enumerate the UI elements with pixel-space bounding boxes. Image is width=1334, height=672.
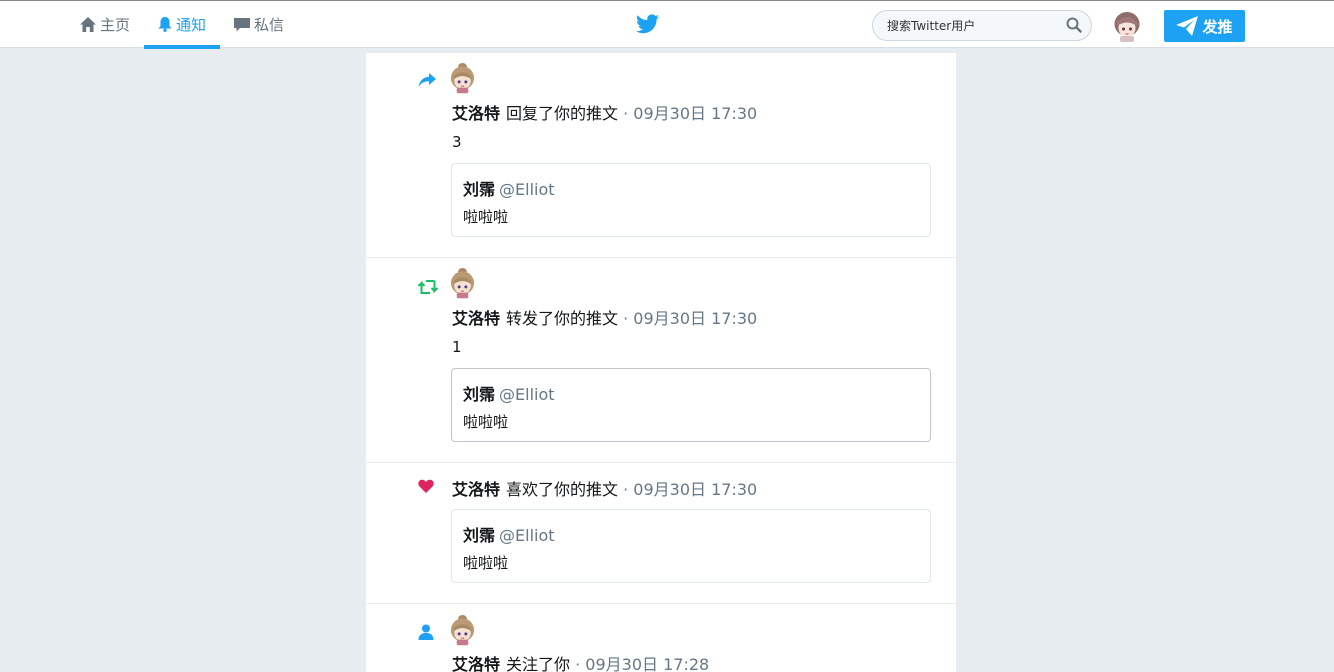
nav-home[interactable]: 主页	[66, 1, 144, 48]
user-name[interactable]: 艾洛特	[452, 104, 500, 123]
quoted-user-handle: @Elliot	[499, 526, 555, 545]
search-input[interactable]	[873, 11, 1053, 40]
person-icon	[418, 624, 434, 640]
user-name[interactable]: 艾洛特	[452, 655, 500, 672]
timestamp[interactable]: · 09月30日 17:30	[623, 480, 757, 499]
nav-notifications[interactable]: 通知	[144, 1, 221, 49]
nav-notifications-label: 通知	[176, 16, 207, 34]
compose-tweet-label: 发推	[1202, 17, 1233, 36]
user-name[interactable]: 艾洛特	[452, 309, 500, 328]
notification-action: 喜欢了你的推文	[506, 480, 619, 499]
notification-action: 关注了你	[506, 655, 571, 672]
reply-text: 3	[452, 133, 462, 151]
quoted-user-handle: @Elliot	[499, 385, 555, 404]
quoted-tweet[interactable]: 刘霈 @Elliot 啦啦啦	[451, 163, 931, 237]
notification-item[interactable]: 艾洛特 回复了你的推文 · 09月30日 17:30 3 刘霈 @Elliot 啦啦…	[366, 53, 956, 258]
top-navigation-bar: 主页 通知 私信 发推	[0, 0, 1334, 49]
timestamp[interactable]: · 09月30日 17:30	[623, 104, 757, 123]
notifications-stream: 艾洛特 回复了你的推文 · 09月30日 17:30 3 刘霈 @Elliot 啦啦…	[366, 53, 956, 672]
timestamp[interactable]: · 09月30日 17:30	[623, 309, 757, 328]
reply-icon	[418, 73, 436, 87]
notification-action: 回复了你的推文	[506, 104, 619, 123]
search-box	[872, 10, 1092, 41]
notification-line: 艾洛特 回复了你的推文 · 09月30日 17:30	[452, 100, 757, 124]
quoted-tweet[interactable]: 刘霈 @Elliot 啦啦啦	[451, 509, 931, 583]
compose-tweet-button[interactable]: 发推	[1164, 10, 1245, 42]
user-name[interactable]: 艾洛特	[452, 480, 500, 499]
notification-item[interactable]: 艾洛特 转发了你的推文 · 09月30日 17:30 1 刘霈 @Elliot 啦啦…	[366, 258, 956, 463]
quoted-user-name: 刘霈	[463, 180, 496, 199]
notification-item[interactable]: 艾洛特 关注了你 · 09月30日 17:28	[366, 604, 956, 672]
home-icon	[80, 17, 96, 32]
quoted-user-handle: @Elliot	[499, 180, 555, 199]
timestamp[interactable]: · 09月30日 17:28	[575, 655, 709, 672]
retweet-icon	[418, 280, 438, 294]
nav-home-label: 主页	[100, 16, 131, 34]
notification-action: 转发了你的推文	[506, 309, 619, 328]
paper-plane-icon	[1176, 16, 1199, 36]
quoted-tweet-text: 啦啦啦	[463, 208, 509, 226]
notification-line: 艾洛特 关注了你 · 09月30日 17:28	[452, 651, 709, 672]
nav-messages-label: 私信	[254, 16, 285, 34]
quoted-user-name: 刘霈	[463, 526, 496, 545]
main-nav: 主页 通知 私信	[66, 1, 298, 49]
notification-line: 艾洛特 喜欢了你的推文 · 09月30日 17:30	[452, 476, 757, 500]
twitter-bird-icon[interactable]	[636, 14, 659, 34]
notification-item[interactable]: 艾洛特 喜欢了你的推文 · 09月30日 17:30 刘霈 @Elliot 啦啦啦	[366, 463, 956, 604]
search-icon[interactable]	[1066, 17, 1082, 33]
notification-line: 艾洛特 转发了你的推文 · 09月30日 17:30	[452, 305, 757, 329]
nav-messages[interactable]: 私信	[220, 1, 298, 48]
bell-icon	[158, 17, 172, 32]
avatar[interactable]	[449, 614, 476, 646]
quoted-tweet-text: 啦啦啦	[463, 413, 509, 431]
retweet-text: 1	[452, 338, 462, 356]
message-icon	[234, 18, 251, 32]
avatar[interactable]	[449, 62, 476, 94]
quoted-tweet-text: 啦啦啦	[463, 554, 509, 572]
user-avatar[interactable]	[1113, 10, 1141, 42]
avatar[interactable]	[449, 267, 476, 299]
quoted-user-name: 刘霈	[463, 385, 496, 404]
heart-icon	[418, 479, 434, 493]
quoted-tweet[interactable]: 刘霈 @Elliot 啦啦啦	[451, 368, 931, 442]
